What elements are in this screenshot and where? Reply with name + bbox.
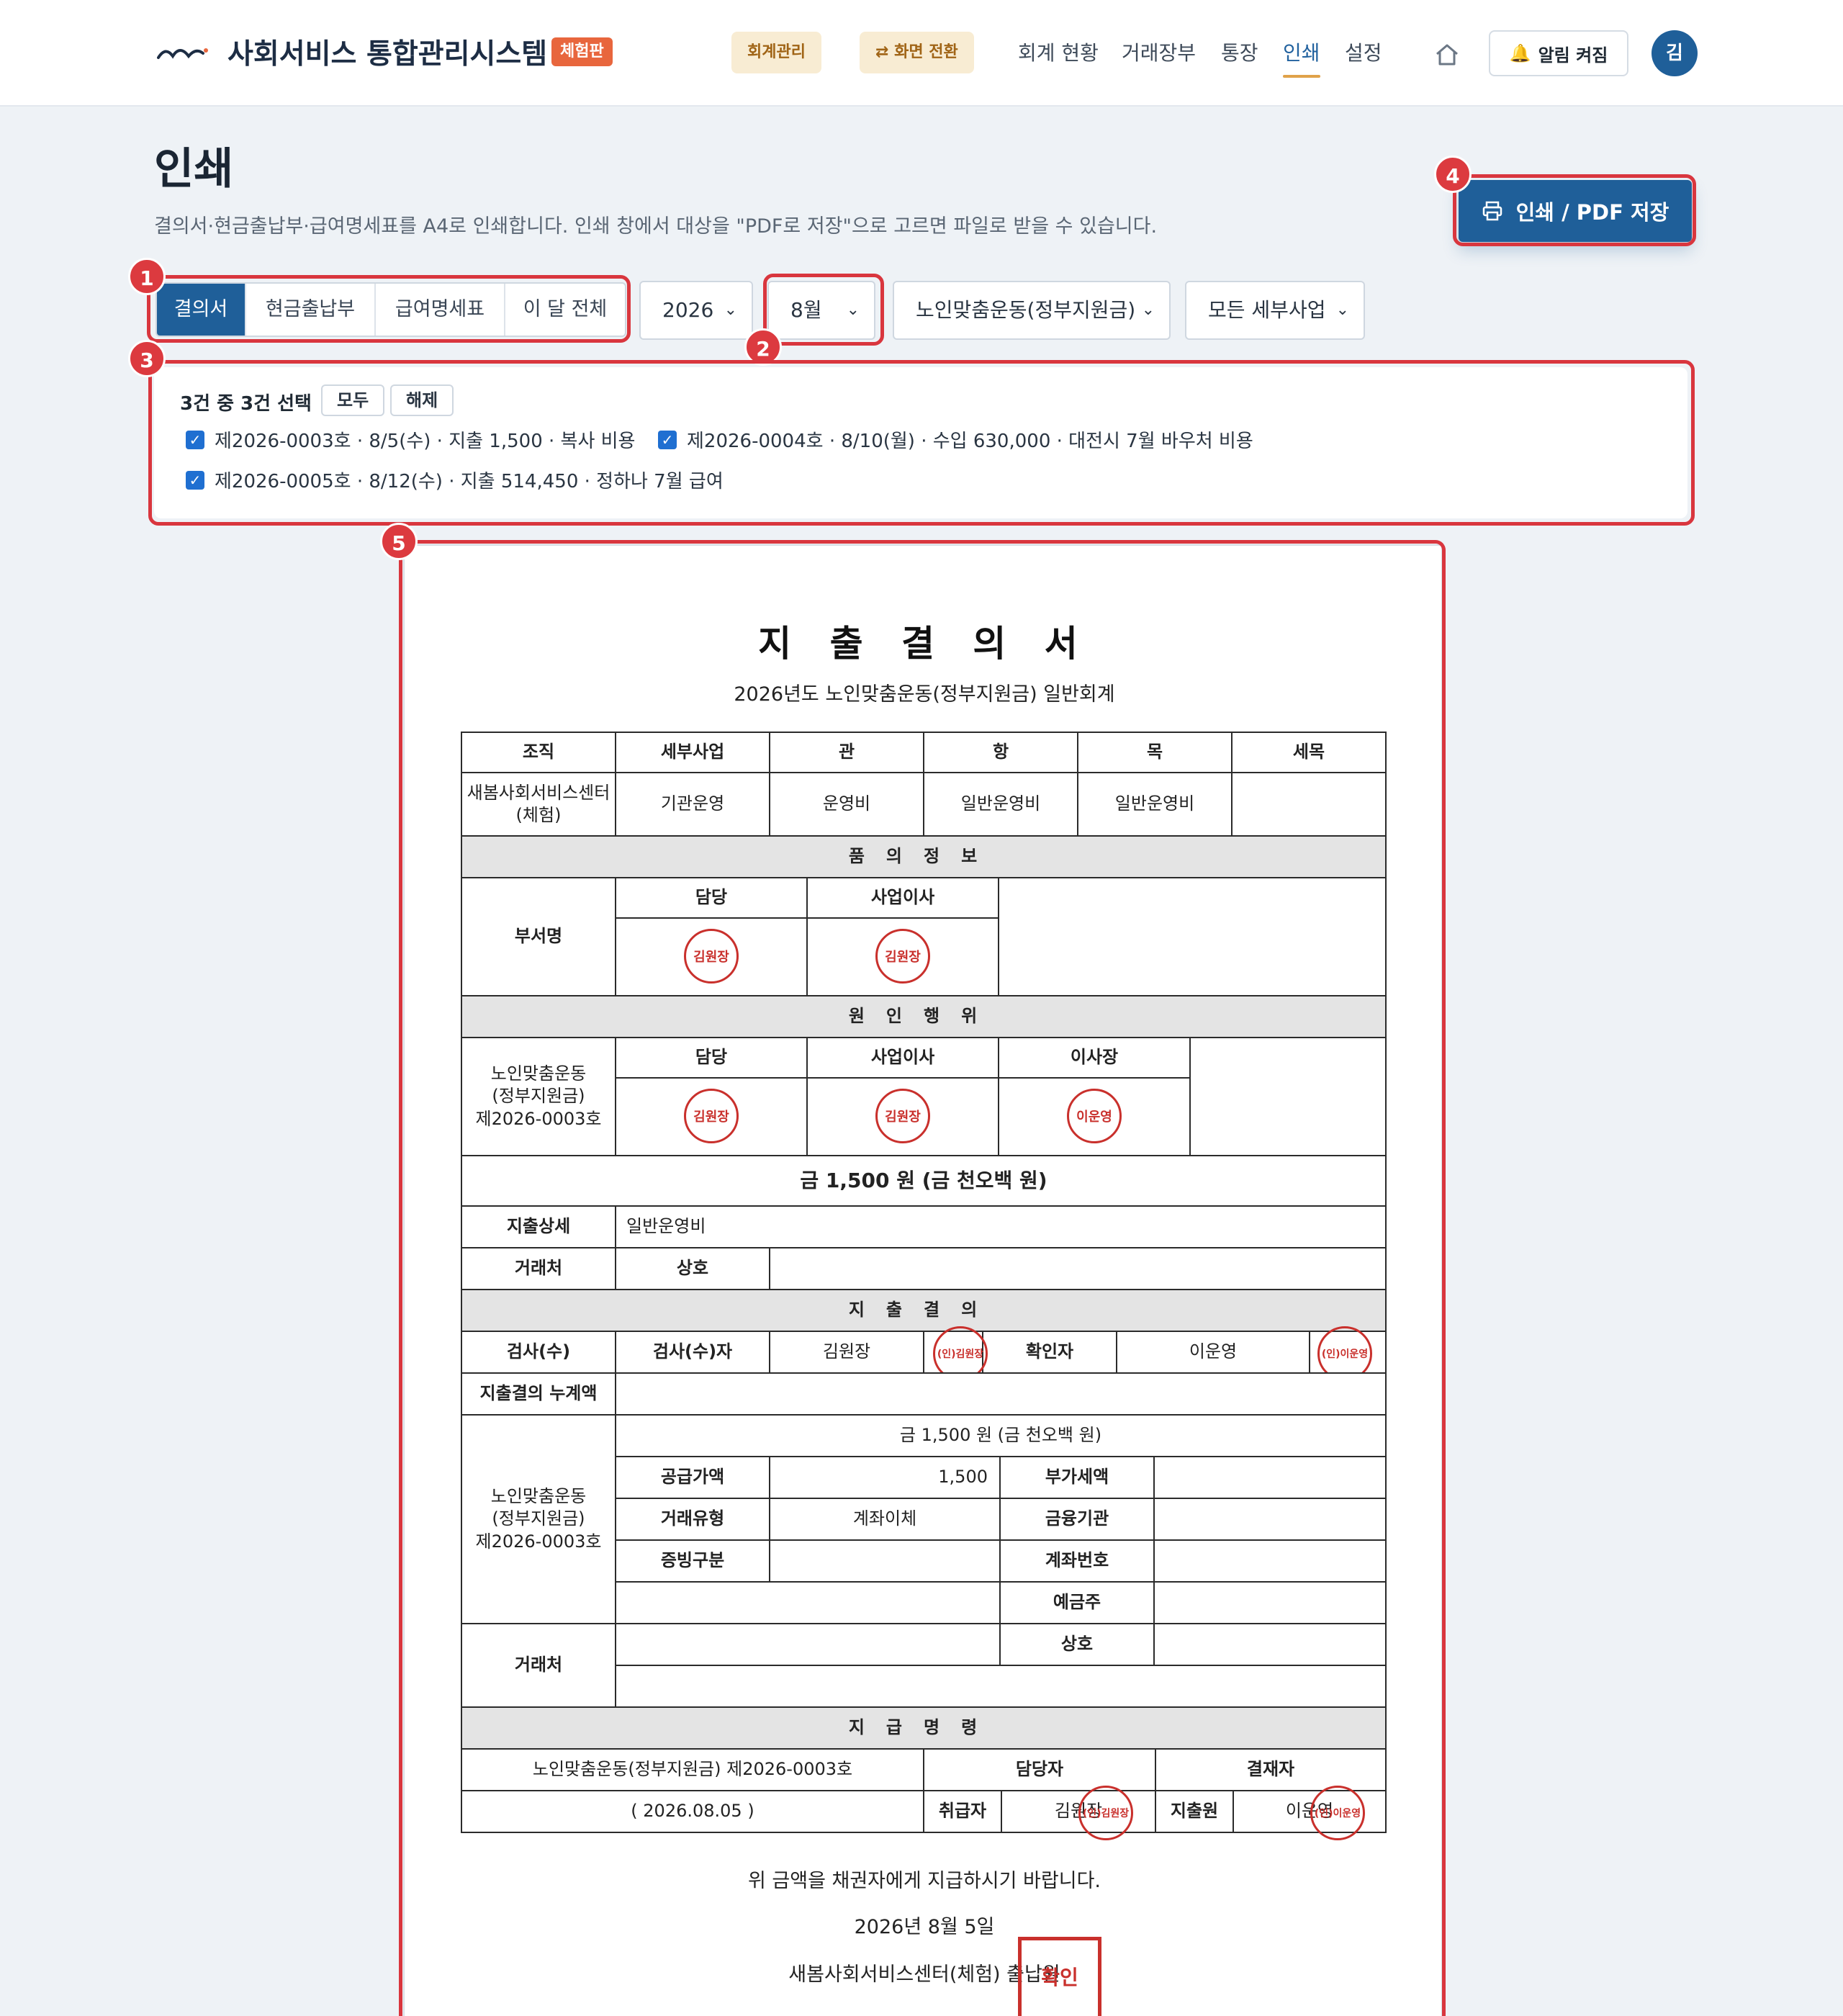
nav-settings[interactable]: 설정 [1345, 37, 1382, 66]
alert-toggle-button[interactable]: 🔔 알림 켜짐 [1489, 30, 1628, 76]
home-icon[interactable] [1433, 40, 1461, 69]
brand-name[interactable]: 사회서비스 통합관리시스템 [227, 32, 547, 72]
user-avatar[interactable]: 김 [1652, 30, 1698, 76]
year-select[interactable]: 2026 ⌄ [639, 281, 753, 340]
highlight-frame-document [399, 540, 1446, 2016]
bell-icon: 🔔 [1509, 43, 1531, 63]
trial-badge: 체험판 [551, 37, 613, 66]
nav-active-indicator [1283, 75, 1320, 78]
program-value: 노인맞춤운동(정부지원금) [916, 298, 1136, 322]
nav-bankbook[interactable]: 통장 [1221, 37, 1258, 66]
marker-3: 3 [128, 340, 166, 377]
highlight-frame-selection [148, 360, 1695, 526]
chevron-down-icon: ⌄ [1335, 301, 1349, 319]
switch-view-button[interactable]: ⇄ 화면 전환 [860, 32, 974, 73]
highlight-frame-month [763, 274, 884, 346]
program-select[interactable]: 노인맞춤운동(정부지원금) ⌄ [893, 281, 1171, 340]
subprogram-value: 모든 세부사업 [1208, 298, 1326, 322]
chevron-down-icon: ⌄ [724, 301, 737, 319]
nav-accounting-status[interactable]: 회계 현황 [1018, 37, 1099, 66]
year-value: 2026 [662, 298, 714, 322]
marker-4: 4 [1434, 156, 1472, 193]
page-title: 인쇄 [154, 144, 234, 194]
nav-ledger[interactable]: 거래장부 [1122, 37, 1196, 66]
subprogram-select[interactable]: 모든 세부사업 ⌄ [1185, 281, 1365, 340]
accounting-pill[interactable]: 회계관리 [731, 32, 821, 73]
nav-print[interactable]: 인쇄 [1283, 37, 1320, 66]
alert-label: 알림 켜짐 [1538, 45, 1608, 66]
top-header: 사회서비스 통합관리시스템 체험판 회계관리 ⇄ 화면 전환 회계 현황 거래장… [0, 0, 1843, 107]
marker-1: 1 [128, 258, 166, 295]
chevron-down-icon: ⌄ [1141, 301, 1155, 319]
page-description: 결의서·현금출납부·급여명세표를 A4로 인쇄합니다. 인쇄 창에서 대상을 "… [154, 215, 1158, 238]
marker-5: 5 [380, 523, 418, 560]
highlight-frame-print [1453, 174, 1696, 246]
highlight-frame-tabs [147, 275, 631, 343]
logo-icon [157, 48, 208, 59]
